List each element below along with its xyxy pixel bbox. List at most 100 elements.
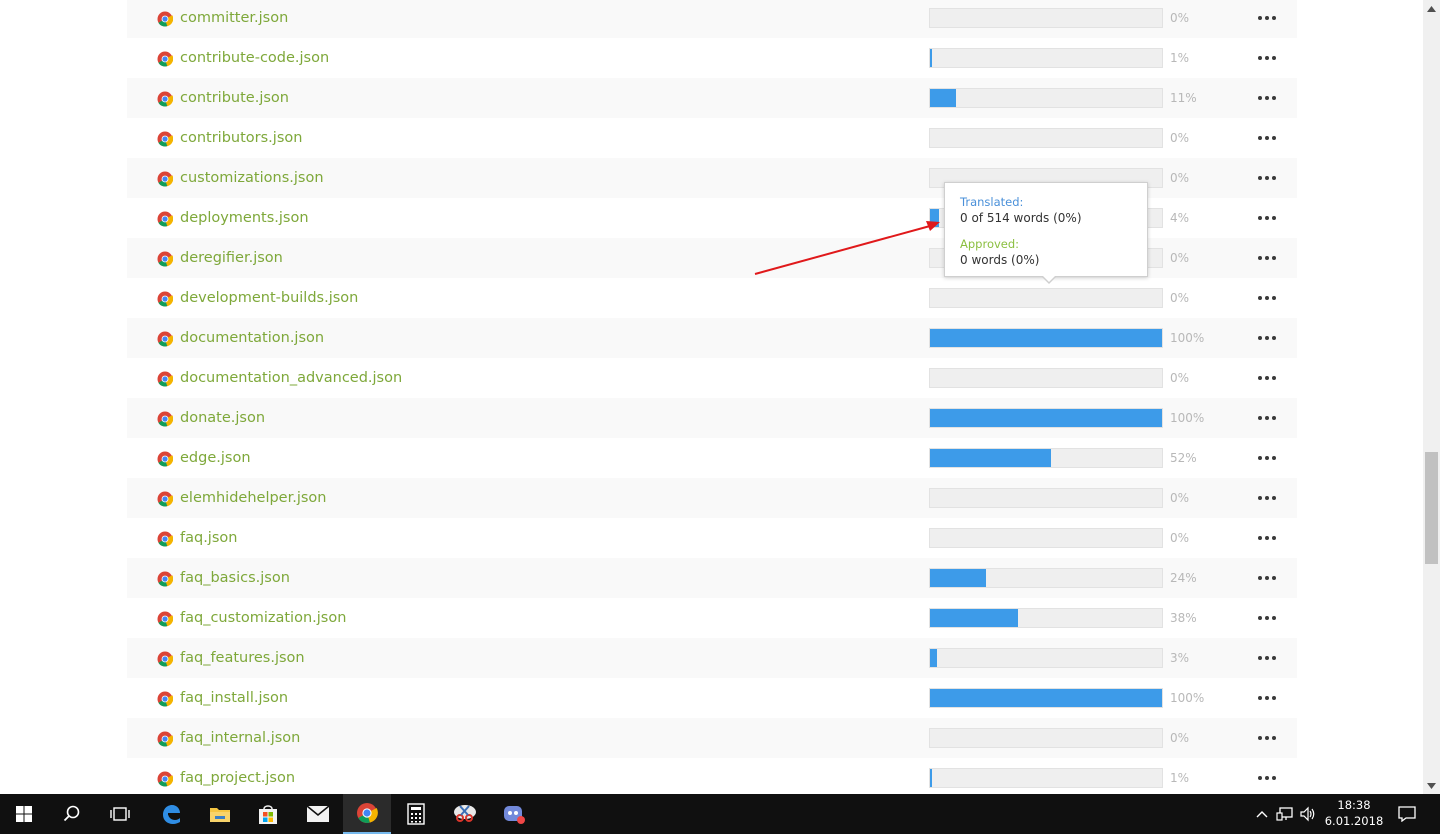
progress-percent: 0%: [1170, 371, 1190, 385]
file-name-link[interactable]: faq_customization.json: [180, 608, 346, 628]
file-name-link[interactable]: contribute.json: [180, 88, 289, 108]
scroll-down-icon[interactable]: [1423, 777, 1440, 794]
translation-progress-bar[interactable]: [929, 408, 1163, 428]
more-options-icon[interactable]: [1253, 767, 1281, 789]
progress-percent: 3%: [1170, 651, 1190, 665]
file-name-link[interactable]: contributors.json: [180, 128, 302, 148]
translation-progress-bar[interactable]: [929, 768, 1163, 788]
discord-icon: [504, 806, 525, 824]
scroll-up-icon[interactable]: [1423, 0, 1440, 17]
scrollbar-thumb[interactable]: [1425, 452, 1438, 564]
more-options-icon[interactable]: [1253, 47, 1281, 69]
file-name-link[interactable]: faq_project.json: [180, 768, 295, 788]
more-options-icon[interactable]: [1253, 727, 1281, 749]
search-button[interactable]: [48, 794, 96, 834]
file-explorer-button[interactable]: [196, 794, 244, 834]
chrome-file-icon: [157, 251, 173, 267]
file-name-link[interactable]: donate.json: [180, 408, 265, 428]
show-hidden-icons-chevron-up-icon[interactable]: [1252, 804, 1272, 824]
vertical-scrollbar[interactable]: [1423, 0, 1440, 794]
file-name-link[interactable]: faq.json: [180, 528, 237, 548]
file-name-link[interactable]: faq_features.json: [180, 648, 305, 668]
translation-progress-bar[interactable]: [929, 448, 1163, 468]
file-name-link[interactable]: contribute-code.json: [180, 48, 329, 68]
more-options-icon[interactable]: [1253, 687, 1281, 709]
translation-progress-bar[interactable]: [929, 8, 1163, 28]
discord-button[interactable]: [490, 794, 538, 834]
file-name-link[interactable]: faq_internal.json: [180, 728, 300, 748]
file-row: faq_basics.json 24%: [127, 558, 1297, 598]
progress-bar-fill: [930, 689, 1162, 707]
more-options-icon[interactable]: [1253, 167, 1281, 189]
folder-icon: [210, 808, 230, 822]
translation-progress-bar[interactable]: [929, 728, 1163, 748]
file-name-link[interactable]: documentation_advanced.json: [180, 368, 402, 388]
more-options-icon[interactable]: [1253, 247, 1281, 269]
clock-time: 18:38: [1337, 798, 1371, 812]
file-name-link[interactable]: committer.json: [180, 8, 288, 28]
more-options-icon[interactable]: [1253, 327, 1281, 349]
translation-progress-bar[interactable]: [929, 528, 1163, 548]
translation-progress-bar[interactable]: [929, 328, 1163, 348]
file-name-link[interactable]: development-builds.json: [180, 288, 358, 308]
file-row: contributors.json 0%: [127, 118, 1297, 158]
progress-bar-fill: [930, 49, 933, 67]
more-options-icon[interactable]: [1253, 407, 1281, 429]
file-row: edge.json 52%: [127, 438, 1297, 478]
more-options-icon[interactable]: [1253, 447, 1281, 469]
file-row: faq_customization.json 38%: [127, 598, 1297, 638]
chrome-file-icon: [157, 91, 173, 107]
action-center-notification-icon[interactable]: [1397, 804, 1417, 824]
mail-button[interactable]: [294, 794, 342, 834]
translation-progress-bar[interactable]: [929, 48, 1163, 68]
file-name-link[interactable]: deployments.json: [180, 208, 309, 228]
edge-browser-button[interactable]: [147, 794, 195, 834]
system-clock[interactable]: 18:38 6.01.2018: [1318, 797, 1390, 829]
start-button[interactable]: [0, 794, 48, 834]
more-options-icon[interactable]: [1253, 7, 1281, 29]
calculator-button[interactable]: [392, 794, 440, 834]
file-name-link[interactable]: edge.json: [180, 448, 251, 468]
file-name-link[interactable]: documentation.json: [180, 328, 324, 348]
progress-percent: 24%: [1170, 571, 1197, 585]
chrome-file-icon: [157, 371, 173, 387]
translation-progress-bar[interactable]: [929, 568, 1163, 588]
more-options-icon[interactable]: [1253, 207, 1281, 229]
progress-percent: 0%: [1170, 491, 1190, 505]
file-name-link[interactable]: elemhidehelper.json: [180, 488, 327, 508]
progress-percent: 0%: [1170, 731, 1190, 745]
more-options-icon[interactable]: [1253, 607, 1281, 629]
more-options-icon[interactable]: [1253, 87, 1281, 109]
snipping-tool-button[interactable]: [441, 794, 489, 834]
more-options-icon[interactable]: [1253, 647, 1281, 669]
progress-bar-fill: [930, 609, 1019, 627]
more-options-icon[interactable]: [1253, 487, 1281, 509]
translation-progress-bar[interactable]: [929, 488, 1163, 508]
file-row: faq_features.json 3%: [127, 638, 1297, 678]
volume-icon[interactable]: [1298, 804, 1318, 824]
chrome-file-icon: [157, 611, 173, 627]
network-icon[interactable]: [1275, 804, 1295, 824]
translation-progress-bar[interactable]: [929, 128, 1163, 148]
file-name-link[interactable]: faq_install.json: [180, 688, 288, 708]
translation-progress-bar[interactable]: [929, 608, 1163, 628]
more-options-icon[interactable]: [1253, 287, 1281, 309]
file-name-link[interactable]: deregifier.json: [180, 248, 283, 268]
translated-value: 0 of 514 words (0%): [960, 211, 1082, 225]
more-options-icon[interactable]: [1253, 527, 1281, 549]
file-name-link[interactable]: customizations.json: [180, 168, 324, 188]
store-button[interactable]: [244, 794, 292, 834]
chrome-button[interactable]: [343, 794, 391, 834]
more-options-icon[interactable]: [1253, 367, 1281, 389]
translation-progress-bar[interactable]: [929, 368, 1163, 388]
more-options-icon[interactable]: [1253, 567, 1281, 589]
translation-progress-bar[interactable]: [929, 88, 1163, 108]
file-name-link[interactable]: faq_basics.json: [180, 568, 290, 588]
more-options-icon[interactable]: [1253, 127, 1281, 149]
task-view-button[interactable]: [96, 794, 144, 834]
progress-bar-fill: [930, 649, 937, 667]
translation-progress-bar[interactable]: [929, 288, 1163, 308]
progress-percent: 0%: [1170, 291, 1190, 305]
translation-progress-bar[interactable]: [929, 688, 1163, 708]
translation-progress-bar[interactable]: [929, 648, 1163, 668]
